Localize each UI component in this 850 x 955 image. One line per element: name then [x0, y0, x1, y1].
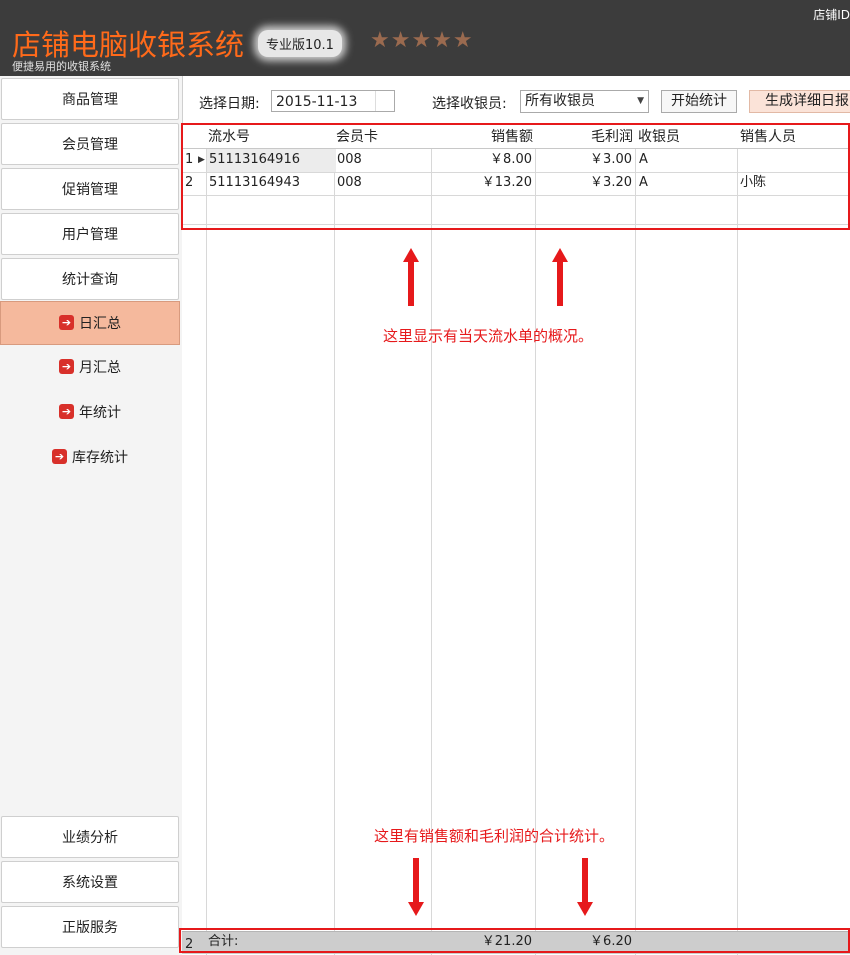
generate-report-button[interactable]: 生成详细日报: [749, 90, 850, 113]
cashier-label: 选择收银员:: [432, 96, 507, 112]
sidebar-sub-label: 年统计: [79, 405, 121, 421]
calendar-icon[interactable]: [375, 91, 394, 111]
arrow-down-icon: [408, 858, 424, 916]
grid-divider: [635, 124, 636, 955]
app-subtitle: 便捷易用的收银系统: [12, 60, 111, 73]
sidebar-item-promotions[interactable]: 促销管理: [1, 168, 179, 210]
arrow-down-icon: [577, 858, 593, 916]
date-value: 2015-11-13: [276, 94, 358, 110]
date-label: 选择日期:: [199, 96, 260, 112]
sidebar-item-users[interactable]: 用户管理: [1, 213, 179, 255]
arrow-right-icon: ➔: [59, 314, 74, 330]
chevron-down-icon: ▼: [637, 96, 644, 106]
annotation-text-totals: 这里有销售额和毛利润的合计统计。: [374, 827, 615, 845]
sidebar-item-statistics[interactable]: 统计查询: [1, 258, 179, 300]
grid-divider: [737, 124, 738, 955]
sidebar-item-license[interactable]: 正版服务: [1, 906, 179, 948]
shop-id-label: 店铺ID: [813, 8, 850, 22]
annotation-text-transactions: 这里显示有当天流水单的概况。: [383, 327, 594, 345]
annotation-box-transactions: [181, 123, 850, 230]
sidebar-sub-daily[interactable]: ➔ 日汇总: [0, 301, 180, 345]
sidebar-sub-yearly[interactable]: ➔ 年统计: [0, 391, 180, 435]
sidebar-sub-label: 月汇总: [79, 360, 121, 376]
arrow-right-icon: ➔: [52, 448, 67, 464]
grid-divider: [206, 124, 207, 955]
cashier-select[interactable]: 所有收银员 ▼: [520, 90, 649, 113]
grid-divider: [334, 124, 335, 955]
sidebar-sub-label: 日汇总: [79, 316, 121, 332]
sidebar: 商品管理 会员管理 促销管理 用户管理 统计查询 ➔ 日汇总 ➔ 月汇总 ➔ 年统计 …: [0, 76, 183, 955]
sidebar-item-goods[interactable]: 商品管理: [1, 78, 179, 120]
app-header: 店铺电脑收银系统 便捷易用的收银系统 专业版10.1 ★★★★★ 店铺ID: [0, 0, 850, 76]
edition-badge: 专业版10.1: [258, 30, 342, 57]
arrow-right-icon: ➔: [59, 403, 74, 419]
sidebar-item-settings[interactable]: 系统设置: [1, 861, 179, 903]
arrow-up-icon: [403, 248, 419, 306]
sidebar-sub-monthly[interactable]: ➔ 月汇总: [0, 346, 180, 390]
annotation-box-totals: [179, 928, 850, 953]
date-input[interactable]: 2015-11-13: [271, 90, 395, 112]
start-statistics-button[interactable]: 开始统计: [661, 90, 737, 113]
sidebar-sub-label: 库存统计: [72, 450, 128, 466]
sidebar-item-members[interactable]: 会员管理: [1, 123, 179, 165]
sidebar-sub-inventory[interactable]: ➔ 库存统计: [0, 436, 180, 480]
cashier-select-value: 所有收银员: [525, 93, 595, 109]
arrow-up-icon: [552, 248, 568, 306]
arrow-right-icon: ➔: [59, 358, 74, 374]
sidebar-item-performance[interactable]: 业绩分析: [1, 816, 179, 858]
rating-stars-icon: ★★★★★: [370, 28, 474, 53]
